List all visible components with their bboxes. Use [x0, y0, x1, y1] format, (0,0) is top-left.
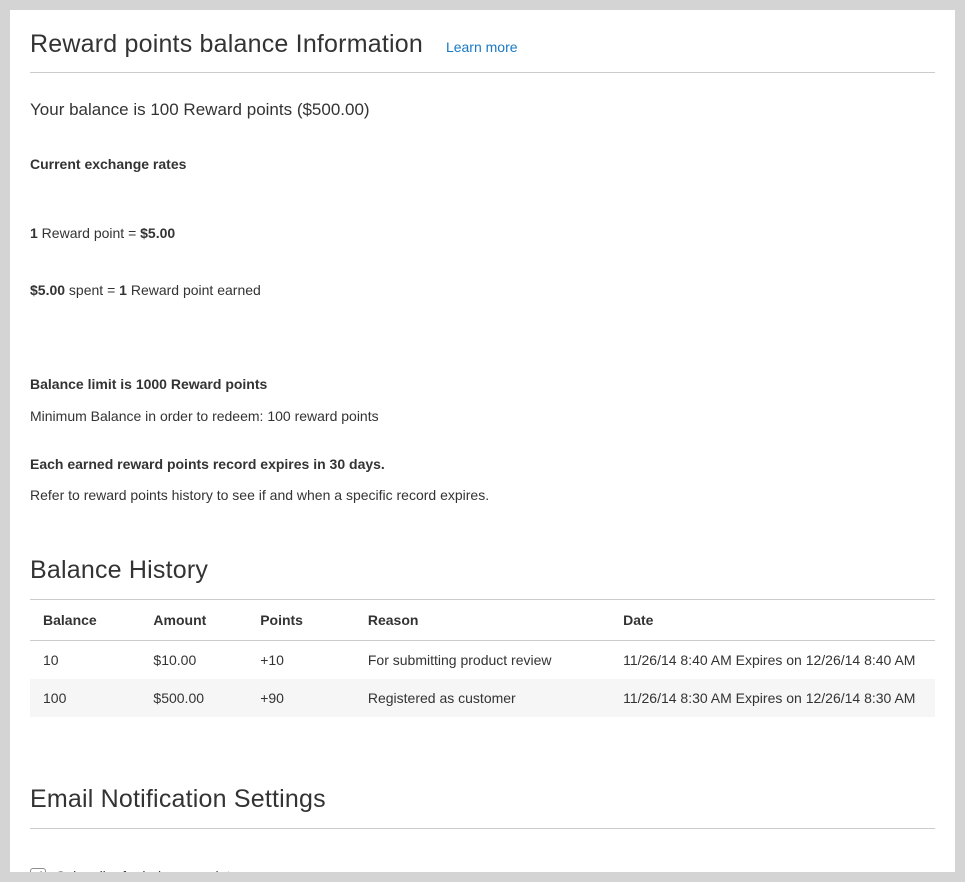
column-header-reason: Reason [355, 600, 610, 641]
cell-balance: 10 [30, 641, 140, 680]
cell-date: 11/26/14 8:30 AM Expires on 12/26/14 8:3… [610, 679, 935, 717]
rate2-money-value: $5.00 [30, 282, 65, 298]
cell-reason: Registered as customer [355, 679, 610, 717]
cell-date: 11/26/14 8:40 AM Expires on 12/26/14 8:4… [610, 641, 935, 680]
email-settings-divider [30, 828, 935, 829]
table-row: 10 $10.00 +10 For submitting product rev… [30, 641, 935, 680]
email-settings-heading: Email Notification Settings [30, 785, 935, 814]
exchange-rate-lines: 1 Reward point = $5.00 $5.00 spent = 1 R… [30, 186, 935, 338]
exchange-rate-line-1: 1 Reward point = $5.00 [30, 224, 935, 243]
column-header-balance: Balance [30, 600, 140, 641]
content-panel: Reward points balance Information Learn … [10, 10, 955, 872]
cell-amount: $10.00 [140, 641, 247, 680]
table-row: 100 $500.00 +90 Registered as customer 1… [30, 679, 935, 717]
page-header: Reward points balance Information Learn … [30, 26, 935, 59]
header-divider [30, 72, 935, 73]
column-header-amount: Amount [140, 600, 247, 641]
column-header-points: Points [247, 600, 355, 641]
cell-points: +90 [247, 679, 355, 717]
balance-history-heading: Balance History [30, 556, 935, 585]
exchange-rates-heading: Current exchange rates [30, 156, 935, 172]
table-header-row: Balance Amount Points Reason Date [30, 600, 935, 641]
minimum-balance-note: Minimum Balance in order to redeem: 100 … [30, 408, 935, 424]
rate1-money-value: $5.00 [140, 225, 175, 241]
balance-history-table-body: 10 $10.00 +10 For submitting product rev… [30, 641, 935, 718]
rate2-text-end: Reward point earned [127, 282, 261, 298]
expiration-note: Refer to reward points history to see if… [30, 487, 935, 503]
column-header-date: Date [610, 600, 935, 641]
balance-history-table: Balance Amount Points Reason Date 10 $10… [30, 600, 935, 717]
page-title: Reward points balance Information [30, 30, 423, 59]
subscribe-balance-label: Subscribe for balance updates [56, 868, 245, 872]
cell-amount: $500.00 [140, 679, 247, 717]
learn-more-link[interactable]: Learn more [446, 39, 518, 55]
rate2-points-value: 1 [119, 282, 127, 298]
page-frame: Reward points balance Information Learn … [0, 0, 965, 882]
expiration-heading: Each earned reward points record expires… [30, 456, 935, 472]
rate1-points-value: 1 [30, 225, 38, 241]
subscribe-balance-checkbox[interactable] [30, 868, 46, 872]
balance-limit-heading: Balance limit is 1000 Reward points [30, 376, 935, 392]
rate1-text: Reward point = [38, 225, 140, 241]
balance-summary: Your balance is 100 Reward points ($500.… [30, 100, 935, 120]
cell-points: +10 [247, 641, 355, 680]
rate2-text: spent = [65, 282, 119, 298]
cell-reason: For submitting product review [355, 641, 610, 680]
subscribe-balance-option[interactable]: Subscribe for balance updates [30, 868, 935, 872]
exchange-rate-line-2: $5.00 spent = 1 Reward point earned [30, 281, 935, 300]
balance-history-table-head: Balance Amount Points Reason Date [30, 600, 935, 641]
cell-balance: 100 [30, 679, 140, 717]
